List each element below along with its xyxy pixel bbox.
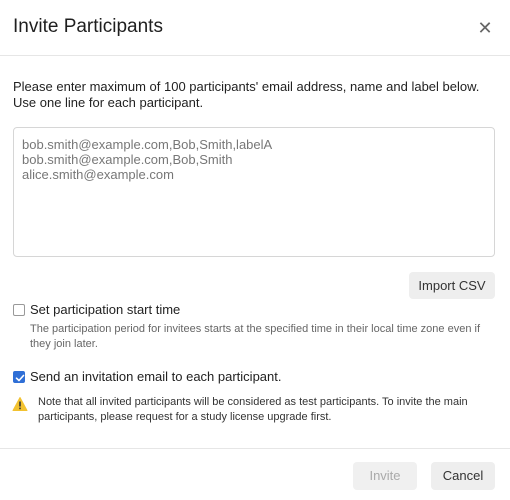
start-time-help-text: The participation period for invitees st… (30, 323, 481, 350)
dialog-title: Invite Participants (13, 16, 163, 37)
close-icon[interactable]: ✕ (474, 17, 496, 39)
import-csv-button[interactable]: Import CSV (409, 272, 495, 299)
invite-button[interactable]: Invite (353, 462, 417, 490)
instructions-text: Please enter maximum of 100 participants… (13, 79, 480, 110)
start-time-checkbox[interactable] (13, 304, 25, 316)
participants-textarea[interactable]: bob.smith@example.com,Bob,Smith,labelA b… (13, 127, 495, 257)
cancel-button[interactable]: Cancel (431, 462, 495, 490)
participants-textarea-value: bob.smith@example.com,Bob,Smith,labelA b… (22, 137, 273, 182)
warning-icon (12, 397, 28, 411)
invite-participants-dialog: Invite Participants ✕ Please enter maxim… (0, 0, 510, 500)
send-email-checkbox[interactable] (13, 371, 25, 383)
start-time-label[interactable]: Set participation start time (30, 302, 180, 317)
send-email-label[interactable]: Send an invitation email to each partici… (30, 369, 282, 384)
dialog-header: Invite Participants ✕ (0, 0, 510, 56)
checkmark-icon (15, 374, 25, 382)
test-participants-warning: Note that all invited participants will … (38, 396, 468, 423)
